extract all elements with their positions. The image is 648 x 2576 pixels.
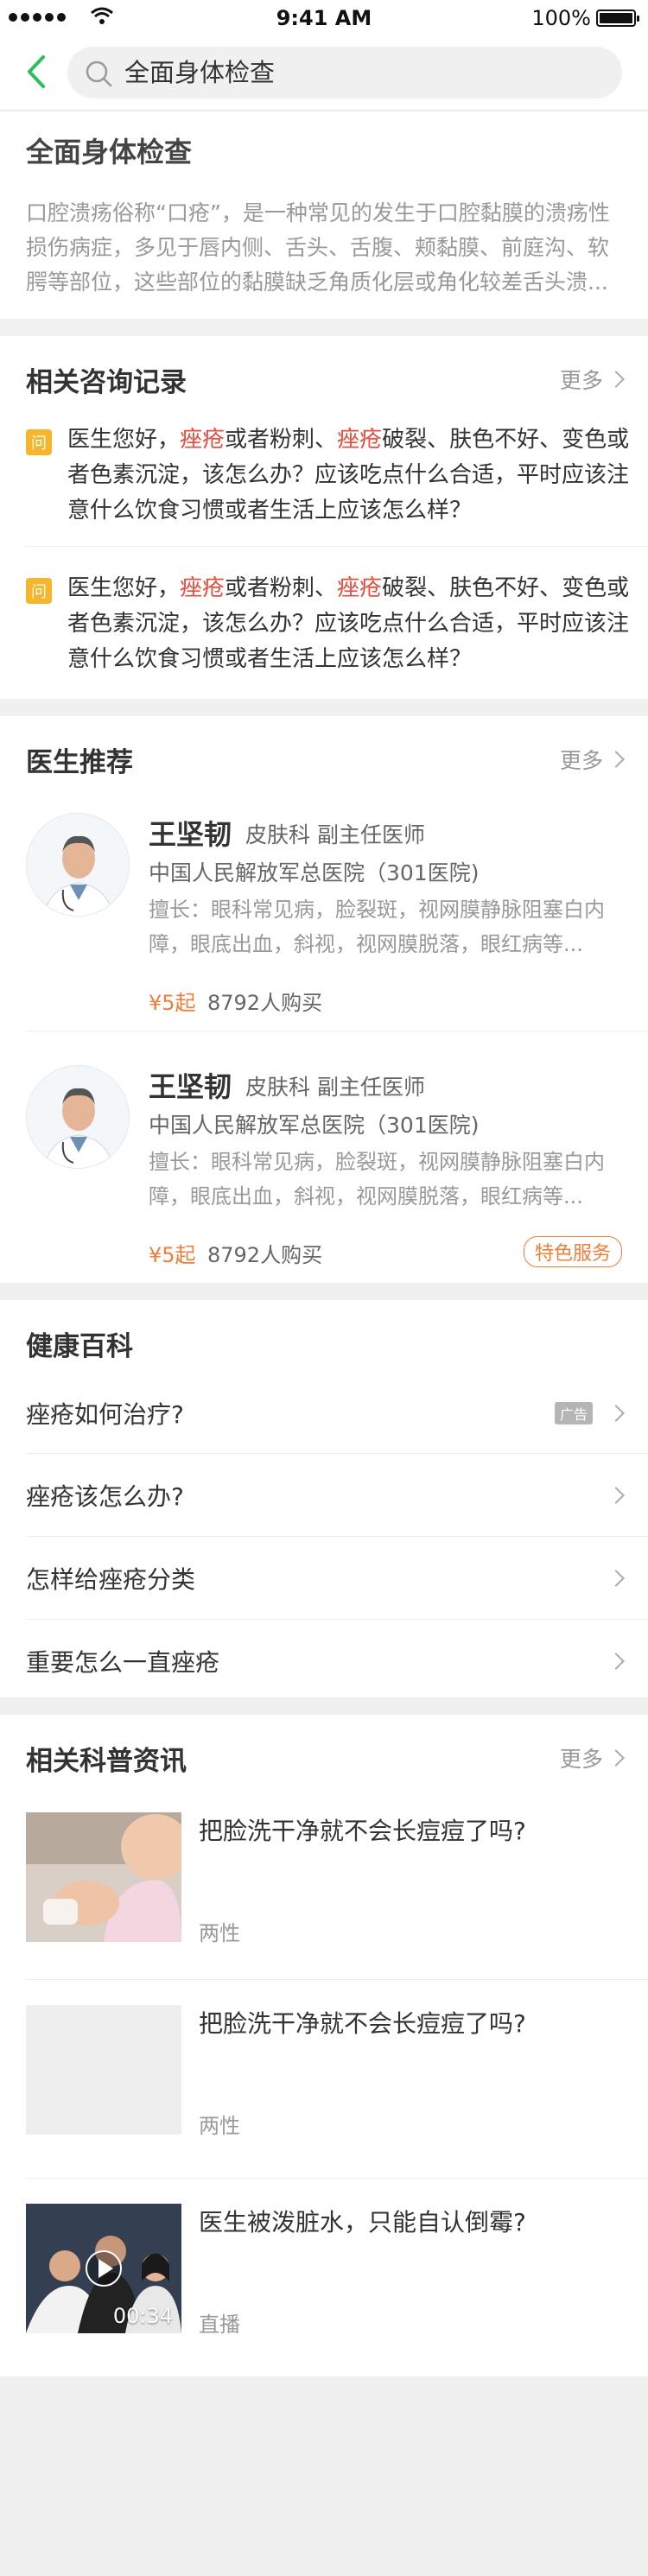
divider	[26, 2178, 648, 2179]
text-part: 或者粉刺、	[225, 575, 338, 601]
doctor-avatar	[26, 813, 130, 917]
consult-text: 医生您好，痤疮或者粉刺、痤疮破裂、肤色不好、变色或者色素沉淀，该怎么办？应该吃点…	[67, 571, 638, 677]
doctor-title: 皮肤科 副主任医师	[245, 822, 425, 847]
highlight-keyword: 痤疮	[337, 575, 383, 601]
news-thumbnail	[26, 1812, 181, 1942]
more-label: 更多	[559, 748, 603, 773]
more-label: 更多	[559, 368, 603, 393]
doctor-title: 皮肤科 副主任医师	[245, 1075, 425, 1100]
doctor-specialty: 擅长：眼科常见病，脸裂斑，视网膜静脉阻塞白内障，眼底出血，斜视，视网膜脱落，眼红…	[149, 1150, 605, 1209]
chevron-right-icon	[607, 1486, 625, 1504]
section-title: 相关咨询记录	[26, 367, 187, 398]
consult-more-link[interactable]: 更多	[559, 364, 625, 395]
video-duration: 00:34	[112, 2304, 173, 2328]
divider	[26, 1979, 648, 1980]
text-part: 或者粉刺、	[225, 427, 338, 453]
doctor-hospital: 中国人民解放军总医院（301医院)	[149, 860, 480, 885]
doctor-section: 医生推荐 更多 王坚韧 皮肤科 副主任医师 中国人民解放军总医院（301医院) …	[0, 716, 648, 1283]
search-input[interactable]: 全面身体检查	[67, 47, 622, 98]
news-category: 直播	[199, 2313, 240, 2337]
highlight-keyword: 痤疮	[337, 427, 383, 453]
health-wiki-section: 健康百科 痤疮如何治疗? 广告 痤疮该怎么办? 怎样给痤疮分类 重要怎么一直痤疮	[0, 1300, 648, 1697]
badge-label: 问	[31, 583, 47, 601]
text-part: 医生您好，	[67, 575, 181, 601]
news-thumbnail	[26, 2005, 181, 2135]
more-label: 更多	[559, 1747, 603, 1772]
intro-title: 全面身体检查	[26, 136, 193, 168]
battery-percent: 100%	[531, 6, 591, 30]
doctor-specialty: 擅长：眼科常见病，脸裂斑，视网膜静脉阻塞白内障，眼底出血，斜视，视网膜脱落，眼红…	[149, 898, 605, 956]
battery-icon	[596, 10, 639, 27]
doctor-card[interactable]: 王坚韧 皮肤科 副主任医师 中国人民解放军总医院（301医院) 擅长：眼科常见病…	[0, 813, 648, 1020]
news-title: 把脸洗干净就不会长痘痘了吗?	[199, 2009, 526, 2038]
wiki-item[interactable]: 重要怎么一直痤疮	[26, 1620, 625, 1702]
search-icon	[86, 60, 112, 87]
news-more-link[interactable]: 更多	[559, 1742, 625, 1773]
doctor-name: 王坚韧	[149, 818, 232, 851]
doctor-purchases: 8792人购买	[207, 991, 323, 1015]
wiki-item[interactable]: 痤疮如何治疗? 广告	[26, 1372, 625, 1454]
chevron-right-icon	[607, 1569, 625, 1587]
chevron-right-icon	[607, 751, 625, 768]
chevron-right-icon	[607, 371, 625, 388]
news-title: 把脸洗干净就不会长痘痘了吗?	[199, 1817, 526, 1845]
highlight-keyword: 痤疮	[180, 575, 226, 601]
video-thumbnail: 00:34	[26, 2204, 181, 2333]
wiki-item[interactable]: 痤疮该怎么办?	[26, 1454, 625, 1536]
wiki-item-label: 怎样给痤疮分类	[26, 1564, 196, 1594]
wiki-item-label: 痤疮如何治疗?	[26, 1399, 184, 1429]
doctor-purchases: 8792人购买	[207, 1243, 323, 1267]
section-title: 医生推荐	[26, 747, 133, 778]
baby-photo	[26, 1812, 181, 1942]
status-bar: 9:41 AM 100%	[0, 0, 648, 35]
news-category: 两性	[199, 1921, 240, 1945]
section-title: 健康百科	[26, 1331, 133, 1362]
featured-service-badge: 特色服务	[523, 1236, 622, 1267]
intro-card: 全面身体检查 口腔溃疡俗称“口疮”，是一种常见的发生于口腔黏膜的溃疡性损伤病症，…	[0, 111, 648, 319]
doctor-avatar-image	[27, 814, 129, 916]
ad-badge: 广告	[554, 1401, 593, 1424]
doctor-price: ¥5起	[149, 991, 196, 1015]
nav-bar: 全面身体检查	[0, 35, 648, 111]
section-title: 相关科普资讯	[26, 1746, 187, 1777]
wiki-item-label: 痤疮该怎么办?	[26, 1482, 184, 1511]
doctor-card[interactable]: 王坚韧 皮肤科 副主任医师 中国人民解放军总医院（301医院) 擅长：眼科常见病…	[0, 1065, 648, 1272]
news-title: 医生被泼脏水，只能自认倒霉?	[199, 2208, 526, 2237]
question-icon: 问	[26, 578, 52, 604]
consult-item[interactable]: 问 医生您好，痤疮或者粉刺、痤疮破裂、肤色不好、变色或者色素沉淀，该怎么办？应该…	[26, 571, 629, 683]
doctor-name: 王坚韧	[149, 1070, 232, 1103]
doctor-avatar-image	[27, 1066, 129, 1168]
news-category: 两性	[199, 2114, 240, 2138]
wiki-item[interactable]: 怎样给痤疮分类	[26, 1537, 625, 1619]
doctor-avatar	[26, 1065, 130, 1169]
highlight-keyword: 痤疮	[180, 427, 226, 453]
chevron-right-icon	[607, 1404, 625, 1422]
question-icon: 问	[26, 429, 52, 455]
news-item[interactable]: 把脸洗干净就不会长痘痘了吗? 两性	[0, 2005, 648, 2138]
news-item[interactable]: 把脸洗干净就不会长痘痘了吗? 两性	[0, 1812, 648, 1945]
news-item[interactable]: 00:34 医生被泼脏水，只能自认倒霉? 直播	[0, 2204, 648, 2337]
back-arrow-icon[interactable]	[19, 50, 54, 93]
consult-text: 医生您好，痤疮或者粉刺、痤疮破裂、肤色不好、变色或者色素沉淀，该怎么办？应该吃点…	[67, 422, 638, 529]
news-section: 相关科普资讯 更多 把脸洗干净就不会长痘痘了吗? 两性 把脸洗干净就不会长痘痘了…	[0, 1715, 648, 2376]
badge-label: 问	[31, 435, 47, 453]
consult-item[interactable]: 问 医生您好，痤疮或者粉刺、痤疮破裂、肤色不好、变色或者色素沉淀，该怎么办？应该…	[26, 422, 629, 535]
chevron-right-icon	[607, 1749, 625, 1767]
consult-section: 相关咨询记录 更多 问 医生您好，痤疮或者粉刺、痤疮破裂、肤色不好、变色或者色素…	[0, 336, 648, 699]
doctor-more-link[interactable]: 更多	[559, 744, 625, 775]
search-query: 全面身体检查	[124, 58, 276, 87]
text-part: 医生您好，	[67, 427, 181, 453]
chevron-right-icon	[607, 1652, 625, 1670]
doctor-price: ¥5起	[149, 1243, 196, 1267]
doctor-hospital: 中国人民解放军总医院（301医院)	[149, 1113, 480, 1138]
wiki-item-label: 重要怎么一直痤疮	[26, 1647, 220, 1677]
divider	[26, 546, 648, 547]
intro-description: 口腔溃疡俗称“口疮”，是一种常见的发生于口腔黏膜的溃疡性损伤病症，多见于唇内侧、…	[26, 200, 610, 295]
